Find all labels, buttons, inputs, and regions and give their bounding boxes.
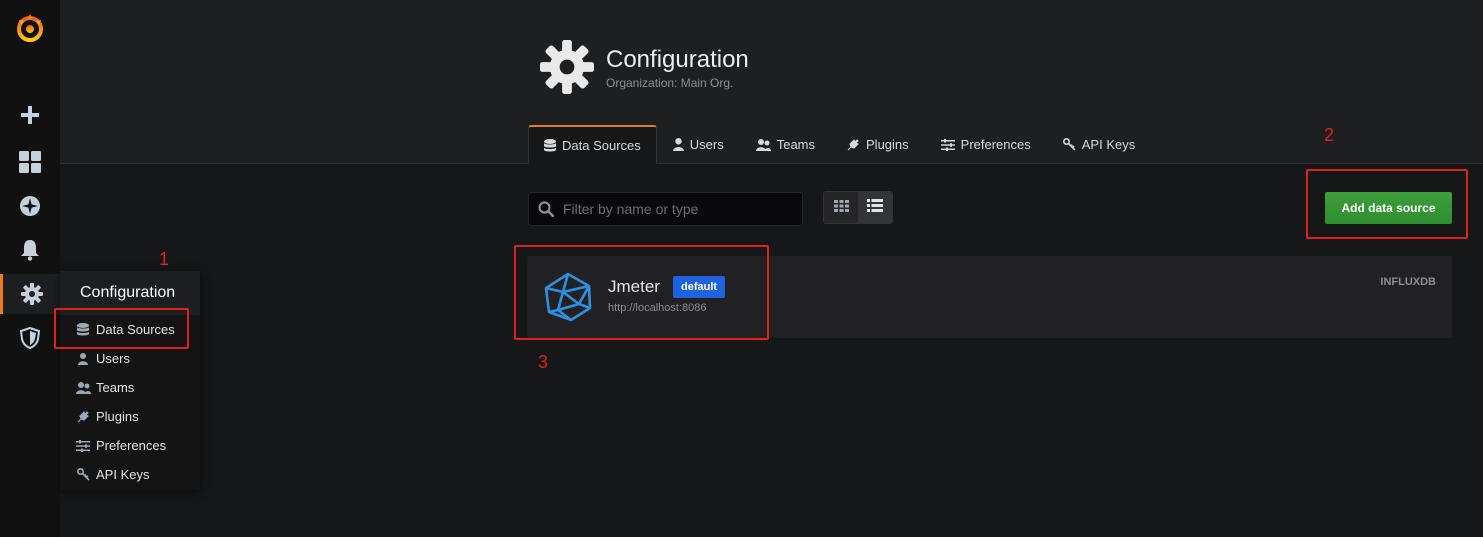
page-title: Configuration [606, 46, 749, 73]
sliders-icon [940, 138, 955, 151]
explore-icon[interactable] [0, 186, 60, 226]
annotation-number-1: 1 [159, 249, 170, 269]
tab-teams[interactable]: Teams [740, 125, 831, 164]
annotation-box-3 [514, 245, 769, 340]
plus-icon[interactable] [0, 95, 60, 135]
config-tabs: Data Sources Users Teams Plugins Prefere… [528, 125, 1151, 164]
key-icon [70, 468, 96, 481]
user-icon [672, 138, 684, 151]
flyout-item-label: Users [96, 351, 130, 366]
flyout-item-teams[interactable]: Teams [60, 373, 200, 402]
grafana-app: Configuration Data Sources Users Teams P… [0, 0, 1483, 537]
configuration-flyout-menu: Configuration Data Sources Users Teams P… [60, 271, 200, 490]
datasource-type: INFLUXDB [1380, 276, 1436, 288]
list-icon [867, 198, 883, 217]
flyout-item-label: Teams [96, 380, 135, 395]
annotation-box-1 [54, 308, 189, 349]
key-icon [1062, 138, 1076, 151]
page-subtitle: Organization: Main Org. [606, 76, 734, 90]
tab-api-keys[interactable]: API Keys [1047, 125, 1151, 164]
plug-icon [847, 138, 860, 151]
tab-preferences[interactable]: Preferences [925, 125, 1047, 164]
database-icon [544, 138, 556, 152]
tab-plugins[interactable]: Plugins [831, 125, 925, 164]
tab-data-sources[interactable]: Data Sources [528, 125, 657, 164]
tab-label: Users [689, 137, 724, 152]
shield-icon[interactable] [0, 318, 60, 358]
users-icon [70, 381, 96, 394]
flyout-item-plugins[interactable]: Plugins [60, 402, 200, 431]
flyout-item-label: Plugins [96, 409, 139, 424]
tab-label: Teams [776, 137, 816, 152]
user-icon [70, 352, 96, 365]
grid-view-button[interactable] [824, 192, 858, 223]
sliders-icon [70, 439, 96, 452]
gear-icon[interactable] [0, 274, 60, 314]
flyout-item-label: Preferences [96, 438, 167, 453]
search-box [528, 192, 803, 226]
gear-icon [540, 40, 594, 94]
search-icon [538, 201, 554, 217]
flyout-item-label: API Keys [96, 467, 150, 482]
annotation-number-2: 2 [1324, 125, 1335, 145]
search-input[interactable] [563, 201, 783, 217]
annotation-number-3: 3 [538, 352, 549, 372]
annotation-box-2 [1306, 169, 1468, 239]
flyout-item-preferences[interactable]: Preferences [60, 431, 200, 460]
bell-icon[interactable] [0, 230, 60, 270]
dashboards-icon[interactable] [0, 142, 60, 182]
tab-users[interactable]: Users [657, 125, 740, 164]
sidebar [0, 0, 60, 537]
tab-label: Data Sources [562, 137, 641, 153]
plug-icon [70, 410, 96, 423]
tab-label: Plugins [866, 137, 909, 152]
grid-icon [833, 199, 849, 217]
list-view-button[interactable] [858, 192, 892, 223]
layout-toggle [823, 191, 893, 224]
tab-label: API Keys [1081, 137, 1136, 152]
grafana-logo[interactable] [0, 8, 60, 48]
users-icon [755, 138, 771, 151]
tab-label: Preferences [960, 137, 1031, 152]
flyout-item-api-keys[interactable]: API Keys [60, 460, 200, 489]
